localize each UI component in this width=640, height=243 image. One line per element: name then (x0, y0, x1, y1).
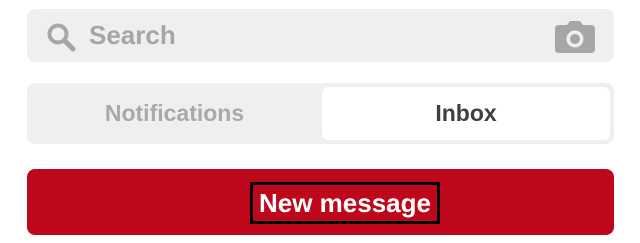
search-input[interactable]: Search (89, 9, 176, 62)
inbox-segmented-control: Notifications Inbox (27, 83, 614, 144)
search-icon (46, 22, 76, 52)
tab-inbox[interactable]: Inbox (322, 87, 610, 140)
new-message-button[interactable]: New message (27, 169, 614, 235)
search-bar[interactable]: Search (27, 9, 614, 62)
tab-notifications[interactable]: Notifications (31, 87, 318, 140)
new-message-label: New message (250, 182, 440, 224)
camera-icon[interactable] (554, 20, 596, 54)
